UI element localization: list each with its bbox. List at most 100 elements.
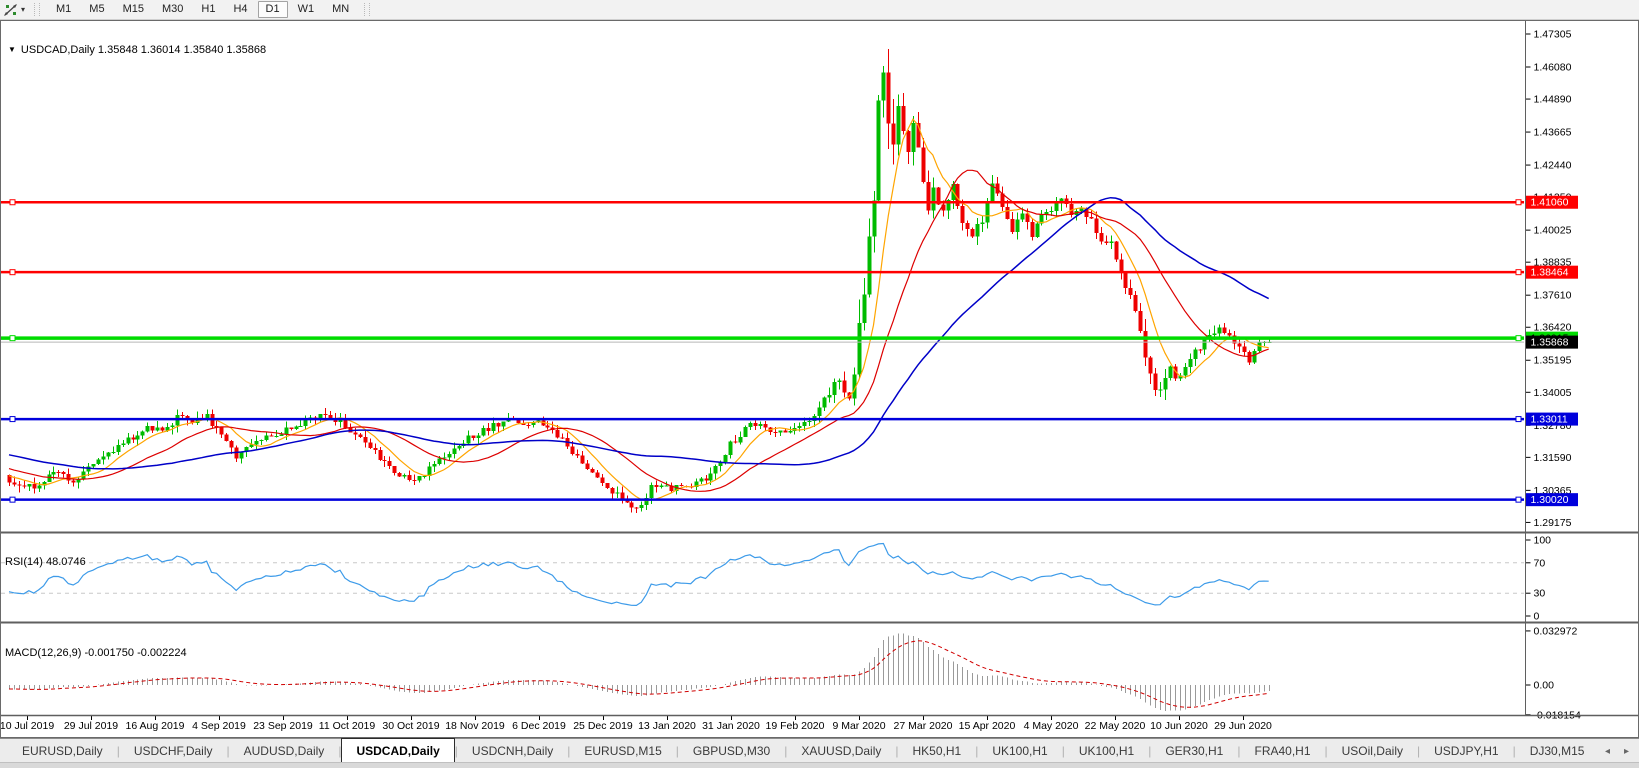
level-handle — [9, 496, 16, 503]
svg-text:10 Jun 2020: 10 Jun 2020 — [1150, 720, 1208, 732]
chart-tab-uk100-h1[interactable]: UK100,H1 — [978, 739, 1061, 763]
svg-text:10 Jul 2019: 10 Jul 2019 — [0, 720, 54, 732]
svg-text:29 Jul 2019: 29 Jul 2019 — [64, 720, 118, 732]
timeframe-buttons: M1 M5 M15 M30 H1 H4 D1 W1 MN — [47, 1, 358, 18]
status-bar — [0, 762, 1639, 768]
timeframe-button-w1[interactable]: W1 — [290, 1, 323, 18]
chart-tab-list: EURUSD,Daily | USDCHF,Daily | AUDUSD,Daily | U… — [0, 738, 1599, 763]
level-handle — [9, 416, 16, 423]
macd-label: MACD(12,26,9) -0.001750 -0.002224 — [5, 647, 187, 659]
tool-dropdown-caret-icon[interactable]: ▾ — [21, 5, 25, 14]
chart-menu-caret-icon[interactable]: ▼ — [8, 45, 16, 54]
svg-text:22 May 2020: 22 May 2020 — [1085, 720, 1146, 732]
chart-tab-eurusd-m15[interactable]: EURUSD,M15 — [570, 739, 675, 763]
chart-tab-gbpusd-m30[interactable]: GBPUSD,M30 — [679, 739, 784, 763]
svg-text:11 Oct 2019: 11 Oct 2019 — [319, 720, 376, 732]
timeframe-button-mn[interactable]: MN — [324, 1, 357, 18]
svg-text:16 Aug 2019: 16 Aug 2019 — [126, 720, 185, 732]
timeframe-button-h1[interactable]: H1 — [193, 1, 223, 18]
level-price-label: 1.30020 — [1531, 494, 1569, 506]
chart-tab-dj30-m15[interactable]: DJ30,M15 — [1516, 739, 1599, 763]
level-handle — [9, 335, 16, 342]
svg-text:0.00: 0.00 — [1534, 680, 1555, 692]
svg-text:23 Sep 2019: 23 Sep 2019 — [253, 720, 313, 732]
svg-text:1.42440: 1.42440 — [1534, 160, 1572, 172]
svg-text:31 Jan 2020: 31 Jan 2020 — [702, 720, 760, 732]
svg-text:30: 30 — [1534, 588, 1546, 600]
svg-text:6 Dec 2019: 6 Dec 2019 — [512, 720, 566, 732]
chart-tabs: EURUSD,Daily | USDCHF,Daily | AUDUSD,Daily | U… — [0, 738, 1639, 763]
level-price-label: 1.41060 — [1531, 197, 1569, 209]
chart-tab-audusd-daily[interactable]: AUDUSD,Daily — [230, 739, 339, 763]
svg-text:1.31590: 1.31590 — [1534, 452, 1572, 464]
svg-text:15 Apr 2020: 15 Apr 2020 — [959, 720, 1016, 732]
svg-text:1.47305: 1.47305 — [1534, 29, 1572, 41]
chart-tab-uk100-h1[interactable]: UK100,H1 — [1065, 739, 1148, 763]
level-price-label: 1.35868 — [1531, 337, 1569, 349]
tabs-scroll-right-icon[interactable]: ▸ — [1624, 746, 1629, 757]
svg-text:29 Jun 2020: 29 Jun 2020 — [1214, 720, 1272, 732]
rsi-line — [8, 542, 1269, 607]
candles — [7, 48, 1272, 513]
chart-tab-usdcad-daily[interactable]: USDCAD,Daily — [341, 738, 455, 763]
chart-window: 1.473051.460801.448901.436651.424401.412… — [0, 20, 1639, 738]
fast-ma-line — [8, 118, 1269, 502]
svg-text:0.032972: 0.032972 — [1534, 625, 1578, 637]
chart-tab-usoil-daily[interactable]: USOil,Daily — [1328, 739, 1417, 763]
svg-text:18 Nov 2019: 18 Nov 2019 — [445, 720, 505, 732]
svg-text:100: 100 — [1534, 535, 1552, 547]
timeframe-button-m15[interactable]: M15 — [115, 1, 152, 18]
level-handle — [1515, 496, 1522, 503]
level-handle — [1515, 269, 1522, 276]
chart-title: ▼ USDCAD,Daily 1.35848 1.36014 1.35840 1.… — [8, 44, 266, 56]
timeframe-button-m5[interactable]: M5 — [81, 1, 112, 18]
svg-text:1.43665: 1.43665 — [1534, 127, 1572, 139]
svg-text:30 Oct 2019: 30 Oct 2019 — [382, 720, 439, 732]
svg-text:19 Feb 2020: 19 Feb 2020 — [766, 720, 825, 732]
macd-panel-content — [9, 633, 1270, 711]
chart-canvas[interactable]: 1.473051.460801.448901.436651.424401.412… — [0, 20, 1639, 738]
timeframe-button-d1[interactable]: D1 — [257, 1, 288, 18]
level-handle — [9, 199, 16, 206]
tabs-scroll: ◂ ▸ — [1605, 739, 1629, 763]
rsi-label: RSI(14) 48.0746 — [5, 556, 86, 568]
chart-tab-hk50-h1[interactable]: HK50,H1 — [899, 739, 976, 763]
chart-title-text: USDCAD,Daily 1.35848 1.36014 1.35840 1.3… — [20, 44, 267, 56]
chart-tab-eurusd-daily[interactable]: EURUSD,Daily — [8, 739, 117, 763]
moving-averages — [8, 118, 1270, 502]
crosshair-tool-icon[interactable] — [2, 2, 20, 17]
level-handle — [1515, 416, 1522, 423]
svg-text:1.40025: 1.40025 — [1534, 225, 1572, 237]
chart-tab-usdcnh-daily[interactable]: USDCNH,Daily — [458, 739, 567, 763]
svg-text:4 Sep 2019: 4 Sep 2019 — [192, 720, 246, 732]
rsi-panel-content — [1, 542, 1524, 607]
svg-text:25 Dec 2019: 25 Dec 2019 — [573, 720, 633, 732]
chart-tab-ger30-h1[interactable]: GER30,H1 — [1151, 739, 1237, 763]
mt4-app: ▾ M1 M5 M15 M30 H1 H4 D1 W1 MN 1.47305 1.46080 1.4… — [0, 0, 1639, 768]
chart-tab-fra40-h1[interactable]: FRA40,H1 — [1240, 739, 1324, 763]
tabs-scroll-left-icon[interactable]: ◂ — [1605, 746, 1610, 757]
chart-tab-xauusd-daily[interactable]: XAUUSD,Daily — [787, 739, 895, 763]
timeframe-button-m30[interactable]: M30 — [154, 1, 191, 18]
mid-ma-line — [8, 169, 1269, 492]
level-handle — [1515, 335, 1522, 342]
timeframe-button-h4[interactable]: H4 — [225, 1, 255, 18]
svg-text:1.29175: 1.29175 — [1534, 517, 1572, 529]
macd-signal-line — [9, 640, 1269, 708]
svg-text:1.35195: 1.35195 — [1534, 355, 1572, 367]
level-price-label: 1.33011 — [1531, 414, 1568, 426]
svg-text:9 Mar 2020: 9 Mar 2020 — [832, 720, 885, 732]
chart-tab-usdchf-daily[interactable]: USDCHF,Daily — [120, 739, 227, 763]
horizontal-levels[interactable] — [1, 199, 1524, 503]
toolbar-grip[interactable] — [34, 3, 41, 16]
level-handle — [1515, 199, 1522, 206]
svg-text:13 Jan 2020: 13 Jan 2020 — [638, 720, 696, 732]
svg-text:0: 0 — [1534, 611, 1540, 623]
svg-text:4 May 2020: 4 May 2020 — [1024, 720, 1079, 732]
chart-tab-usdjpy-h1[interactable]: USDJPY,H1 — [1420, 739, 1512, 763]
toolbar-grip-2[interactable] — [364, 3, 371, 16]
chart-frame — [0, 20, 1639, 738]
level-price-label: 1.38464 — [1531, 267, 1569, 279]
timeframe-button-m1[interactable]: M1 — [48, 1, 79, 18]
svg-text:27 Mar 2020: 27 Mar 2020 — [894, 720, 953, 732]
